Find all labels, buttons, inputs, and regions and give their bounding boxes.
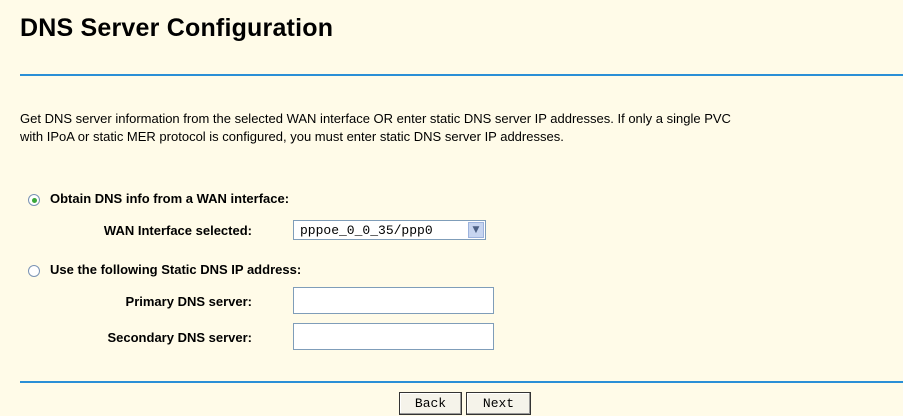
description-line-2: with IPoA or static MER protocol is conf… bbox=[20, 129, 564, 144]
primary-dns-label: Primary DNS server: bbox=[125, 294, 252, 309]
secondary-dns-label: Secondary DNS server: bbox=[107, 330, 252, 345]
primary-dns-input[interactable] bbox=[293, 287, 494, 314]
chevron-down-icon[interactable]: ▼ bbox=[468, 222, 484, 238]
description: Get DNS server information from the sele… bbox=[20, 110, 903, 146]
wan-interface-label: WAN Interface selected: bbox=[103, 223, 252, 238]
wan-interface-value: pppoe_0_0_35/ppp0 bbox=[300, 223, 433, 238]
wan-interface-select[interactable]: pppoe_0_0_35/ppp0 ▼ bbox=[293, 220, 486, 240]
secondary-dns-input[interactable] bbox=[293, 323, 494, 350]
page-title: DNS Server Configuration bbox=[20, 14, 334, 42]
static-dns-label: Use the following Static DNS IP address: bbox=[50, 262, 302, 277]
top-divider bbox=[20, 74, 903, 76]
next-button[interactable]: Next bbox=[466, 392, 531, 415]
back-button[interactable]: Back bbox=[399, 392, 462, 415]
static-dns-radio[interactable] bbox=[28, 265, 40, 277]
bottom-divider bbox=[20, 381, 903, 383]
obtain-dns-label: Obtain DNS info from a WAN interface: bbox=[50, 191, 290, 206]
obtain-dns-radio[interactable] bbox=[28, 194, 40, 206]
description-line-1: Get DNS server information from the sele… bbox=[20, 111, 731, 126]
